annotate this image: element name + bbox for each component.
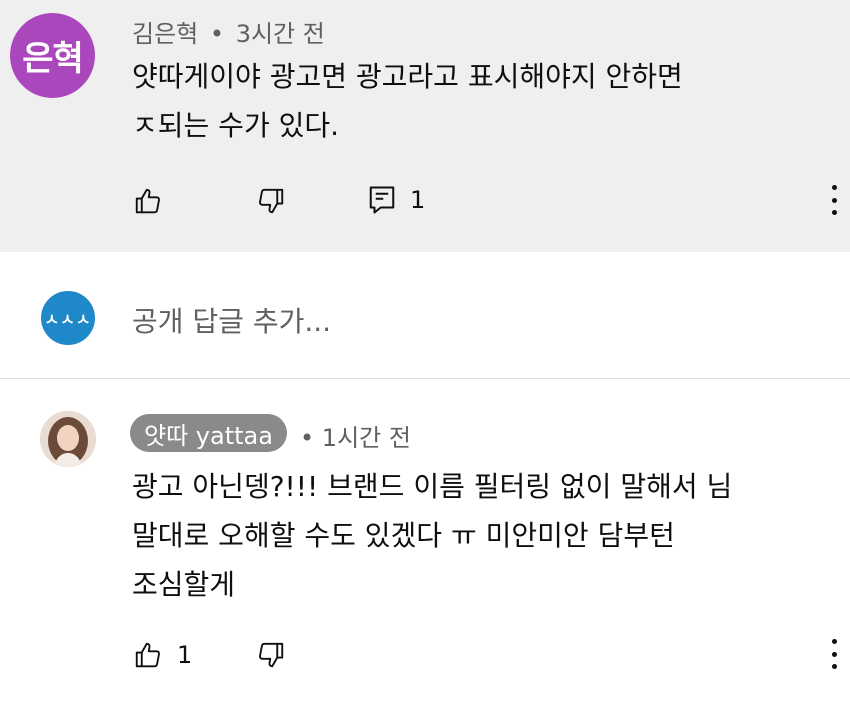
- current-user-avatar: ㅅㅅㅅ: [41, 291, 95, 345]
- avatar[interactable]: 은혁: [10, 13, 95, 98]
- dislike-button[interactable]: [256, 186, 286, 216]
- add-reply-input[interactable]: 공개 답글 추가...: [132, 300, 331, 340]
- comment-author[interactable]: 김은혁: [132, 20, 198, 48]
- meta-separator: •: [300, 424, 315, 452]
- thumbs-down-icon: [259, 642, 284, 668]
- reply-count: 1: [410, 186, 426, 214]
- reply-button[interactable]: 1: [368, 185, 425, 215]
- dislike-button[interactable]: [256, 640, 286, 670]
- more-options-button[interactable]: [824, 639, 844, 669]
- comment-time: 3시간 전: [235, 20, 325, 48]
- reply-time: 1시간 전: [321, 424, 411, 452]
- thumbs-down-icon: [259, 188, 284, 214]
- thumbs-up-icon: [135, 188, 160, 214]
- divider: [0, 378, 850, 379]
- reply-icon: [369, 186, 395, 214]
- profile-photo-icon: [40, 411, 96, 467]
- author-chip[interactable]: 얏따 yattaa: [130, 414, 287, 452]
- like-button[interactable]: 1: [133, 640, 192, 670]
- thumbs-up-icon: [135, 642, 160, 668]
- reply-meta: • 1시간 전: [300, 418, 411, 453]
- like-button[interactable]: [133, 186, 163, 216]
- more-vert-icon: [831, 185, 837, 190]
- reply-text: 광고 아닌뎅?!!! 브랜드 이름 필터링 없이 말해서 님 말대로 오해할 수…: [132, 470, 733, 601]
- comment-text: 얏따게이야 광고면 광고라고 표시해야지 안하면 ㅈ되는 수가 있다.: [132, 60, 683, 142]
- more-vert-icon: [831, 639, 837, 644]
- comment-card: 은혁 김은혁 • 3시간 전 얏따게이야 광고면 광고라고 표시해야지 안하면 …: [0, 0, 850, 252]
- reply-avatar[interactable]: [40, 411, 96, 467]
- comment-meta: 김은혁 • 3시간 전: [132, 14, 325, 49]
- meta-separator: •: [209, 20, 225, 48]
- more-options-button[interactable]: [824, 185, 844, 215]
- like-count: 1: [177, 641, 193, 669]
